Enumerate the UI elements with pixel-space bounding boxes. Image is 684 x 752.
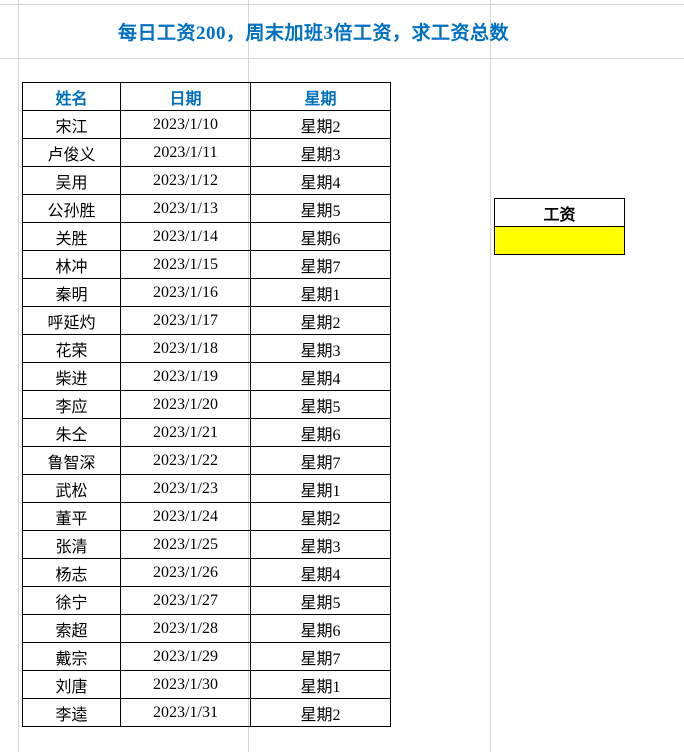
- cell-weekday[interactable]: 星期3: [251, 531, 391, 559]
- cell-date[interactable]: 2023/1/31: [121, 699, 251, 727]
- cell-weekday[interactable]: 星期2: [251, 503, 391, 531]
- cell-name[interactable]: 鲁智深: [23, 447, 121, 475]
- cell-weekday[interactable]: 星期4: [251, 559, 391, 587]
- cell-date[interactable]: 2023/1/23: [121, 475, 251, 503]
- cell-date[interactable]: 2023/1/15: [121, 251, 251, 279]
- cell-name[interactable]: 武松: [23, 475, 121, 503]
- title-text: 每日工资200，周末加班3倍工资，求工资总数: [118, 18, 578, 45]
- table-row: 花荣2023/1/18星期3: [23, 335, 391, 363]
- cell-name[interactable]: 张清: [23, 531, 121, 559]
- table-row: 杨志2023/1/26星期4: [23, 559, 391, 587]
- cell-date[interactable]: 2023/1/17: [121, 307, 251, 335]
- table-row: 柴进2023/1/19星期4: [23, 363, 391, 391]
- cell-name[interactable]: 柴进: [23, 363, 121, 391]
- cell-weekday[interactable]: 星期2: [251, 699, 391, 727]
- cell-date[interactable]: 2023/1/11: [121, 139, 251, 167]
- cell-weekday[interactable]: 星期1: [251, 279, 391, 307]
- cell-date[interactable]: 2023/1/30: [121, 671, 251, 699]
- cell-name[interactable]: 董平: [23, 503, 121, 531]
- cell-name[interactable]: 李逵: [23, 699, 121, 727]
- cell-weekday[interactable]: 星期6: [251, 419, 391, 447]
- cell-weekday[interactable]: 星期7: [251, 447, 391, 475]
- cell-name[interactable]: 关胜: [23, 223, 121, 251]
- cell-date[interactable]: 2023/1/26: [121, 559, 251, 587]
- cell-date[interactable]: 2023/1/22: [121, 447, 251, 475]
- cell-name[interactable]: 朱仝: [23, 419, 121, 447]
- table-row: 公孙胜2023/1/13星期5: [23, 195, 391, 223]
- cell-name[interactable]: 呼延灼: [23, 307, 121, 335]
- table-row: 秦明2023/1/16星期1: [23, 279, 391, 307]
- table-row: 刘唐2023/1/30星期1: [23, 671, 391, 699]
- cell-date[interactable]: 2023/1/19: [121, 363, 251, 391]
- cell-date[interactable]: 2023/1/25: [121, 531, 251, 559]
- table-row: 董平2023/1/24星期2: [23, 503, 391, 531]
- cell-date[interactable]: 2023/1/18: [121, 335, 251, 363]
- table-row: 索超2023/1/28星期6: [23, 615, 391, 643]
- cell-weekday[interactable]: 星期3: [251, 335, 391, 363]
- cell-date[interactable]: 2023/1/28: [121, 615, 251, 643]
- table-row: 吴用2023/1/12星期4: [23, 167, 391, 195]
- cell-date[interactable]: 2023/1/24: [121, 503, 251, 531]
- table-row: 张清2023/1/25星期3: [23, 531, 391, 559]
- cell-weekday[interactable]: 星期7: [251, 251, 391, 279]
- cell-weekday[interactable]: 星期4: [251, 363, 391, 391]
- cell-name[interactable]: 公孙胜: [23, 195, 121, 223]
- cell-date[interactable]: 2023/1/10: [121, 111, 251, 139]
- table-row: 呼延灼2023/1/17星期2: [23, 307, 391, 335]
- cell-name[interactable]: 林冲: [23, 251, 121, 279]
- table-row: 鲁智深2023/1/22星期7: [23, 447, 391, 475]
- salary-table: 工资: [494, 198, 625, 255]
- cell-name[interactable]: 卢俊义: [23, 139, 121, 167]
- header-date[interactable]: 日期: [121, 83, 251, 111]
- cell-name[interactable]: 索超: [23, 615, 121, 643]
- cell-weekday[interactable]: 星期5: [251, 195, 391, 223]
- cell-weekday[interactable]: 星期2: [251, 307, 391, 335]
- cell-name[interactable]: 徐宁: [23, 587, 121, 615]
- cell-weekday[interactable]: 星期3: [251, 139, 391, 167]
- table-row: 林冲2023/1/15星期7: [23, 251, 391, 279]
- cell-name[interactable]: 刘唐: [23, 671, 121, 699]
- cell-name[interactable]: 李应: [23, 391, 121, 419]
- cell-weekday[interactable]: 星期4: [251, 167, 391, 195]
- table-row: 李逵2023/1/31星期2: [23, 699, 391, 727]
- cell-weekday[interactable]: 星期2: [251, 111, 391, 139]
- table-row: 卢俊义2023/1/11星期3: [23, 139, 391, 167]
- cell-date[interactable]: 2023/1/13: [121, 195, 251, 223]
- cell-name[interactable]: 杨志: [23, 559, 121, 587]
- cell-date[interactable]: 2023/1/20: [121, 391, 251, 419]
- salary-result-cell[interactable]: [495, 227, 625, 255]
- cell-weekday[interactable]: 星期5: [251, 391, 391, 419]
- cell-weekday[interactable]: 星期7: [251, 643, 391, 671]
- cell-name[interactable]: 戴宗: [23, 643, 121, 671]
- cell-name[interactable]: 秦明: [23, 279, 121, 307]
- cell-name[interactable]: 吴用: [23, 167, 121, 195]
- table-row: 李应2023/1/20星期5: [23, 391, 391, 419]
- cell-weekday[interactable]: 星期1: [251, 475, 391, 503]
- cell-name[interactable]: 宋江: [23, 111, 121, 139]
- cell-weekday[interactable]: 星期5: [251, 587, 391, 615]
- cell-date[interactable]: 2023/1/14: [121, 223, 251, 251]
- table-row: 朱仝2023/1/21星期6: [23, 419, 391, 447]
- header-weekday[interactable]: 星期: [251, 83, 391, 111]
- table-row: 宋江2023/1/10星期2: [23, 111, 391, 139]
- header-name[interactable]: 姓名: [23, 83, 121, 111]
- table-header-row: 姓名 日期 星期: [23, 83, 391, 111]
- cell-date[interactable]: 2023/1/16: [121, 279, 251, 307]
- table-row: 戴宗2023/1/29星期7: [23, 643, 391, 671]
- salary-header[interactable]: 工资: [495, 199, 625, 227]
- table-row: 关胜2023/1/14星期6: [23, 223, 391, 251]
- cell-weekday[interactable]: 星期1: [251, 671, 391, 699]
- wage-table: 姓名 日期 星期 宋江2023/1/10星期2卢俊义2023/1/11星期3吴用…: [22, 82, 391, 727]
- cell-name[interactable]: 花荣: [23, 335, 121, 363]
- cell-date[interactable]: 2023/1/21: [121, 419, 251, 447]
- cell-date[interactable]: 2023/1/29: [121, 643, 251, 671]
- table-row: 徐宁2023/1/27星期5: [23, 587, 391, 615]
- cell-weekday[interactable]: 星期6: [251, 615, 391, 643]
- table-row: 武松2023/1/23星期1: [23, 475, 391, 503]
- cell-weekday[interactable]: 星期6: [251, 223, 391, 251]
- cell-date[interactable]: 2023/1/27: [121, 587, 251, 615]
- cell-date[interactable]: 2023/1/12: [121, 167, 251, 195]
